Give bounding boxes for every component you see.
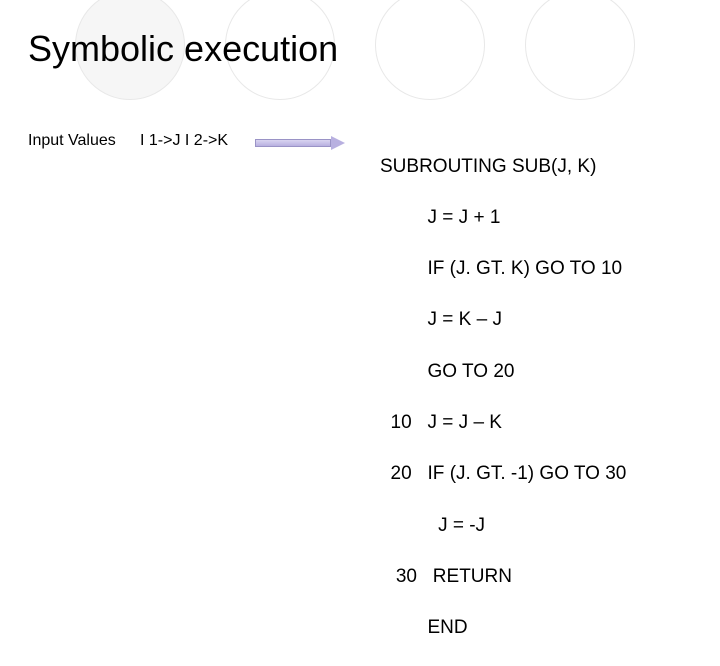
decorative-circle: [525, 0, 635, 100]
arrow-right-icon: [255, 136, 345, 150]
code-line: END: [380, 615, 626, 641]
code-line: 10 J = J – K: [380, 410, 626, 436]
decorative-circle: [375, 0, 485, 100]
code-line: 20 IF (J. GT. -1) GO TO 30: [380, 461, 626, 487]
code-line: SUBROUTING SUB(J, K): [380, 154, 626, 180]
code-line: GO TO 20: [380, 359, 626, 385]
code-line: J = K – J: [380, 307, 626, 333]
code-line: J = -J: [380, 513, 626, 539]
code-block: SUBROUTING SUB(J, K) J = J + 1 IF (J. GT…: [380, 128, 626, 666]
input-values-text: I 1->J I 2->K: [140, 132, 228, 150]
input-values-label: Input Values: [28, 132, 116, 150]
code-line: IF (J. GT. K) GO TO 10: [380, 256, 626, 282]
code-line: 30 RETURN: [380, 564, 626, 590]
code-line: J = J + 1: [380, 205, 626, 231]
slide-title: Symbolic execution: [28, 28, 338, 70]
